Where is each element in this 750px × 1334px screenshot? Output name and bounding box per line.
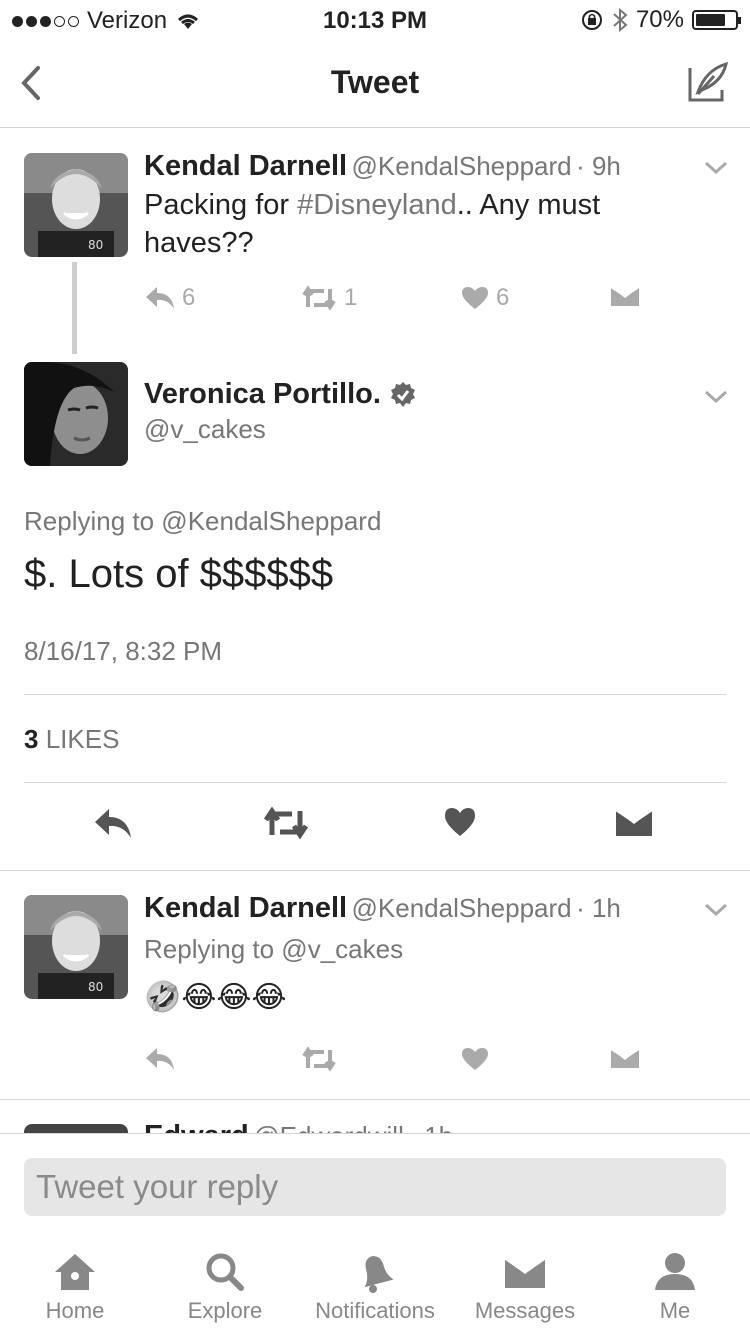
heart-icon <box>462 287 488 309</box>
battery-percent: 70% <box>635 6 684 33</box>
divider <box>0 1133 750 1134</box>
retweet-button[interactable]: 1 <box>300 284 357 312</box>
search-icon <box>206 1253 244 1291</box>
tab-messages[interactable]: Messages <box>450 1250 600 1324</box>
divider <box>24 782 726 783</box>
chevron-down-icon[interactable] <box>703 389 729 405</box>
status-bar: Verizon 10:13 PM 70% <box>0 0 750 40</box>
tab-explore[interactable]: Explore <box>150 1250 300 1324</box>
tweet-text: 🤣😂😂😂 <box>144 981 287 1014</box>
reply-icon <box>146 1048 174 1070</box>
heart-icon[interactable] <box>443 806 477 838</box>
bluetooth-icon <box>613 7 628 33</box>
person-icon <box>655 1253 695 1290</box>
like-button[interactable] <box>460 1046 490 1072</box>
chevron-down-icon[interactable] <box>703 160 729 176</box>
tweet-actions <box>144 1046 664 1082</box>
compose-tweet-icon[interactable] <box>684 60 730 106</box>
likes-count: 3 <box>24 724 39 754</box>
likes-label: LIKES <box>45 724 120 754</box>
author-handle[interactable]: @v_cakes <box>144 414 266 445</box>
next-tweet-peek[interactable]: Edward @Edwardwill · 1h <box>0 1100 750 1133</box>
like-button[interactable]: 6 <box>460 284 509 312</box>
reply-button[interactable]: 6 <box>144 284 195 312</box>
replying-to[interactable]: Replying to @KendalSheppard <box>24 506 381 537</box>
author-name[interactable]: Edward <box>144 1120 249 1133</box>
tweet-reply-input[interactable]: Tweet your reply <box>24 1158 726 1216</box>
avatar[interactable] <box>24 362 128 466</box>
author-handle[interactable]: @KendalSheppard <box>352 151 572 181</box>
tab-bar: Home Explore Notifications Messages Me <box>0 1238 750 1334</box>
divider <box>24 694 726 695</box>
reply-icon[interactable] <box>93 806 133 840</box>
tab-home[interactable]: Home <box>0 1250 150 1324</box>
author-name[interactable]: Kendal Darnell <box>144 892 347 924</box>
retweet-icon <box>302 285 336 311</box>
verified-badge-icon <box>390 381 415 407</box>
author-name[interactable]: Kendal Darnell <box>144 150 347 182</box>
reply-button[interactable] <box>144 1046 176 1072</box>
home-icon <box>55 1254 95 1290</box>
retweet-button[interactable] <box>300 1046 338 1072</box>
likes-summary[interactable]: 3 LIKES <box>24 724 119 755</box>
tweet-text: $. Lots of $$$$$$ <box>24 552 334 596</box>
tweet-timestamp: 8/16/17, 8:32 PM <box>24 636 223 666</box>
orientation-lock-icon <box>581 10 602 30</box>
thread-connector <box>72 262 77 354</box>
avatar[interactable] <box>24 1124 128 1133</box>
battery-icon <box>692 10 741 30</box>
svg-text:80: 80 <box>88 980 103 994</box>
main-tweet-actions <box>0 806 750 866</box>
tab-notifications[interactable]: Notifications <box>300 1250 450 1324</box>
author-handle[interactable]: @Edwardwill <box>253 1121 404 1133</box>
tweet-time: · 1h <box>576 893 621 923</box>
reply-icon <box>146 287 174 309</box>
navigation-bar: Tweet <box>0 40 750 128</box>
avatar[interactable]: 80 <box>24 895 128 999</box>
tweet-actions: 6 1 6 <box>144 284 664 320</box>
envelope-icon <box>504 1256 546 1288</box>
tab-me[interactable]: Me <box>600 1250 750 1324</box>
direct-message-button[interactable] <box>610 1046 640 1072</box>
bell-icon <box>364 1256 394 1293</box>
hashtag-link[interactable]: #Disneyland <box>297 189 457 221</box>
direct-message-button[interactable] <box>610 284 640 310</box>
author-handle[interactable]: @KendalSheppard <box>352 893 572 923</box>
heart-icon <box>462 1048 488 1070</box>
avatar[interactable]: 80 <box>24 153 128 257</box>
retweet-icon <box>302 1046 336 1072</box>
tweet-time: · 1h <box>408 1121 453 1133</box>
envelope-icon <box>610 1048 640 1068</box>
tweet-text: Packing for #Disneyland.. Any must haves… <box>144 189 601 259</box>
chevron-down-icon[interactable] <box>703 902 729 918</box>
retweet-icon[interactable] <box>262 806 310 840</box>
page-title: Tweet <box>330 64 420 100</box>
envelope-icon <box>610 286 640 306</box>
svg-text:80: 80 <box>88 238 103 252</box>
tweet-time: · 9h <box>576 151 621 181</box>
replying-to[interactable]: Replying to @v_cakes <box>144 934 403 965</box>
envelope-icon[interactable] <box>615 806 653 838</box>
divider <box>0 870 750 871</box>
author-name[interactable]: Veronica Portillo. <box>144 378 381 411</box>
